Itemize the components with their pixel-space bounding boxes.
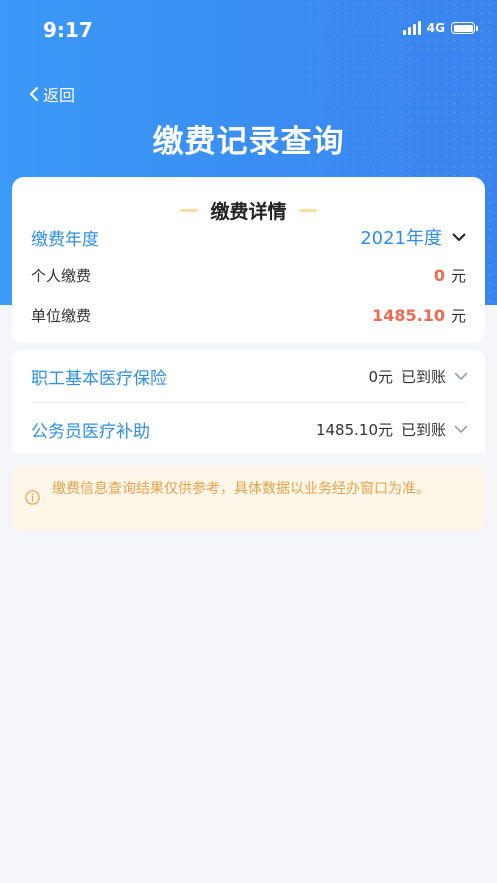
personal-payment-row: 个人缴费 0 元 (31, 263, 466, 287)
employer-payment-label: 单位缴费 (31, 306, 92, 325)
payment-year-value: 2021年度 (360, 228, 442, 249)
notice-text: 缴费信息查询结果仅供参考，具体数据以业务经办窗口为准。 (52, 481, 430, 497)
notice-banner: 缴费信息查询结果仅供参考，具体数据以业务经办窗口为准。 (12, 466, 485, 530)
employer-payment-unit: 元 (450, 306, 466, 325)
info-icon (25, 490, 40, 505)
battery-icon (451, 22, 478, 34)
back-label: 返回 (43, 86, 76, 105)
card-title-text: 缴费详情 (210, 201, 287, 223)
employer-payment-value: 1485.10 (372, 305, 445, 325)
chevron-down-icon (454, 425, 468, 433)
insurance-status-group: 0元 已到账 (368, 366, 468, 387)
card-title: 缴费详情 (12, 197, 485, 224)
list-item-civil-servant-medical-subsidy[interactable]: 公务员医疗补助 1485.10元 已到账 (31, 403, 468, 455)
status-time: 9:17 (43, 18, 93, 42)
personal-payment-label: 个人缴费 (31, 266, 92, 285)
payment-detail-card: 缴费详情 缴费年度 2021年度 个人缴费 0 元 单位缴费 1485.10 元 (12, 177, 485, 343)
insurance-status: 已到账 (400, 420, 446, 439)
personal-payment-value: 0 (433, 265, 445, 285)
status-icons: 4G (402, 21, 478, 35)
personal-payment-unit: 元 (450, 266, 466, 285)
insurance-status: 已到账 (400, 367, 446, 386)
title-dash-right (298, 209, 317, 212)
employer-payment-amount: 1485.10 元 (372, 305, 466, 326)
back-button[interactable]: 返回 (29, 82, 75, 106)
page-title: 缴费记录查询 (152, 124, 345, 160)
personal-payment-amount: 0 元 (434, 265, 466, 286)
insurance-status-group: 1485.10元 已到账 (316, 419, 468, 440)
title-dash-left (180, 209, 199, 212)
insurance-amount: 0元 (368, 367, 393, 386)
network-type: 4G (426, 21, 445, 35)
chevron-down-icon (452, 233, 466, 241)
chevron-down-icon (454, 372, 468, 380)
insurance-name: 公务员医疗补助 (31, 421, 150, 442)
list-item-employee-medical-insurance[interactable]: 职工基本医疗保险 0元 已到账 (31, 350, 468, 402)
insurance-amount: 1485.10元 (315, 420, 393, 439)
insurance-name: 职工基本医疗保险 (31, 368, 167, 389)
signal-icon (402, 21, 421, 35)
insurance-list: 职工基本医疗保险 0元 已到账 公务员医疗补助 1485.10元 已到账 (12, 350, 485, 453)
status-bar: 9:17 4G (0, 0, 497, 60)
chevron-left-icon (30, 87, 38, 101)
payment-year-row: 缴费年度 2021年度 (31, 223, 466, 251)
payment-year-selector[interactable]: 2021年度 (360, 224, 466, 250)
employer-payment-row: 单位缴费 1485.10 元 (31, 303, 466, 327)
payment-year-label: 缴费年度 (31, 229, 99, 250)
